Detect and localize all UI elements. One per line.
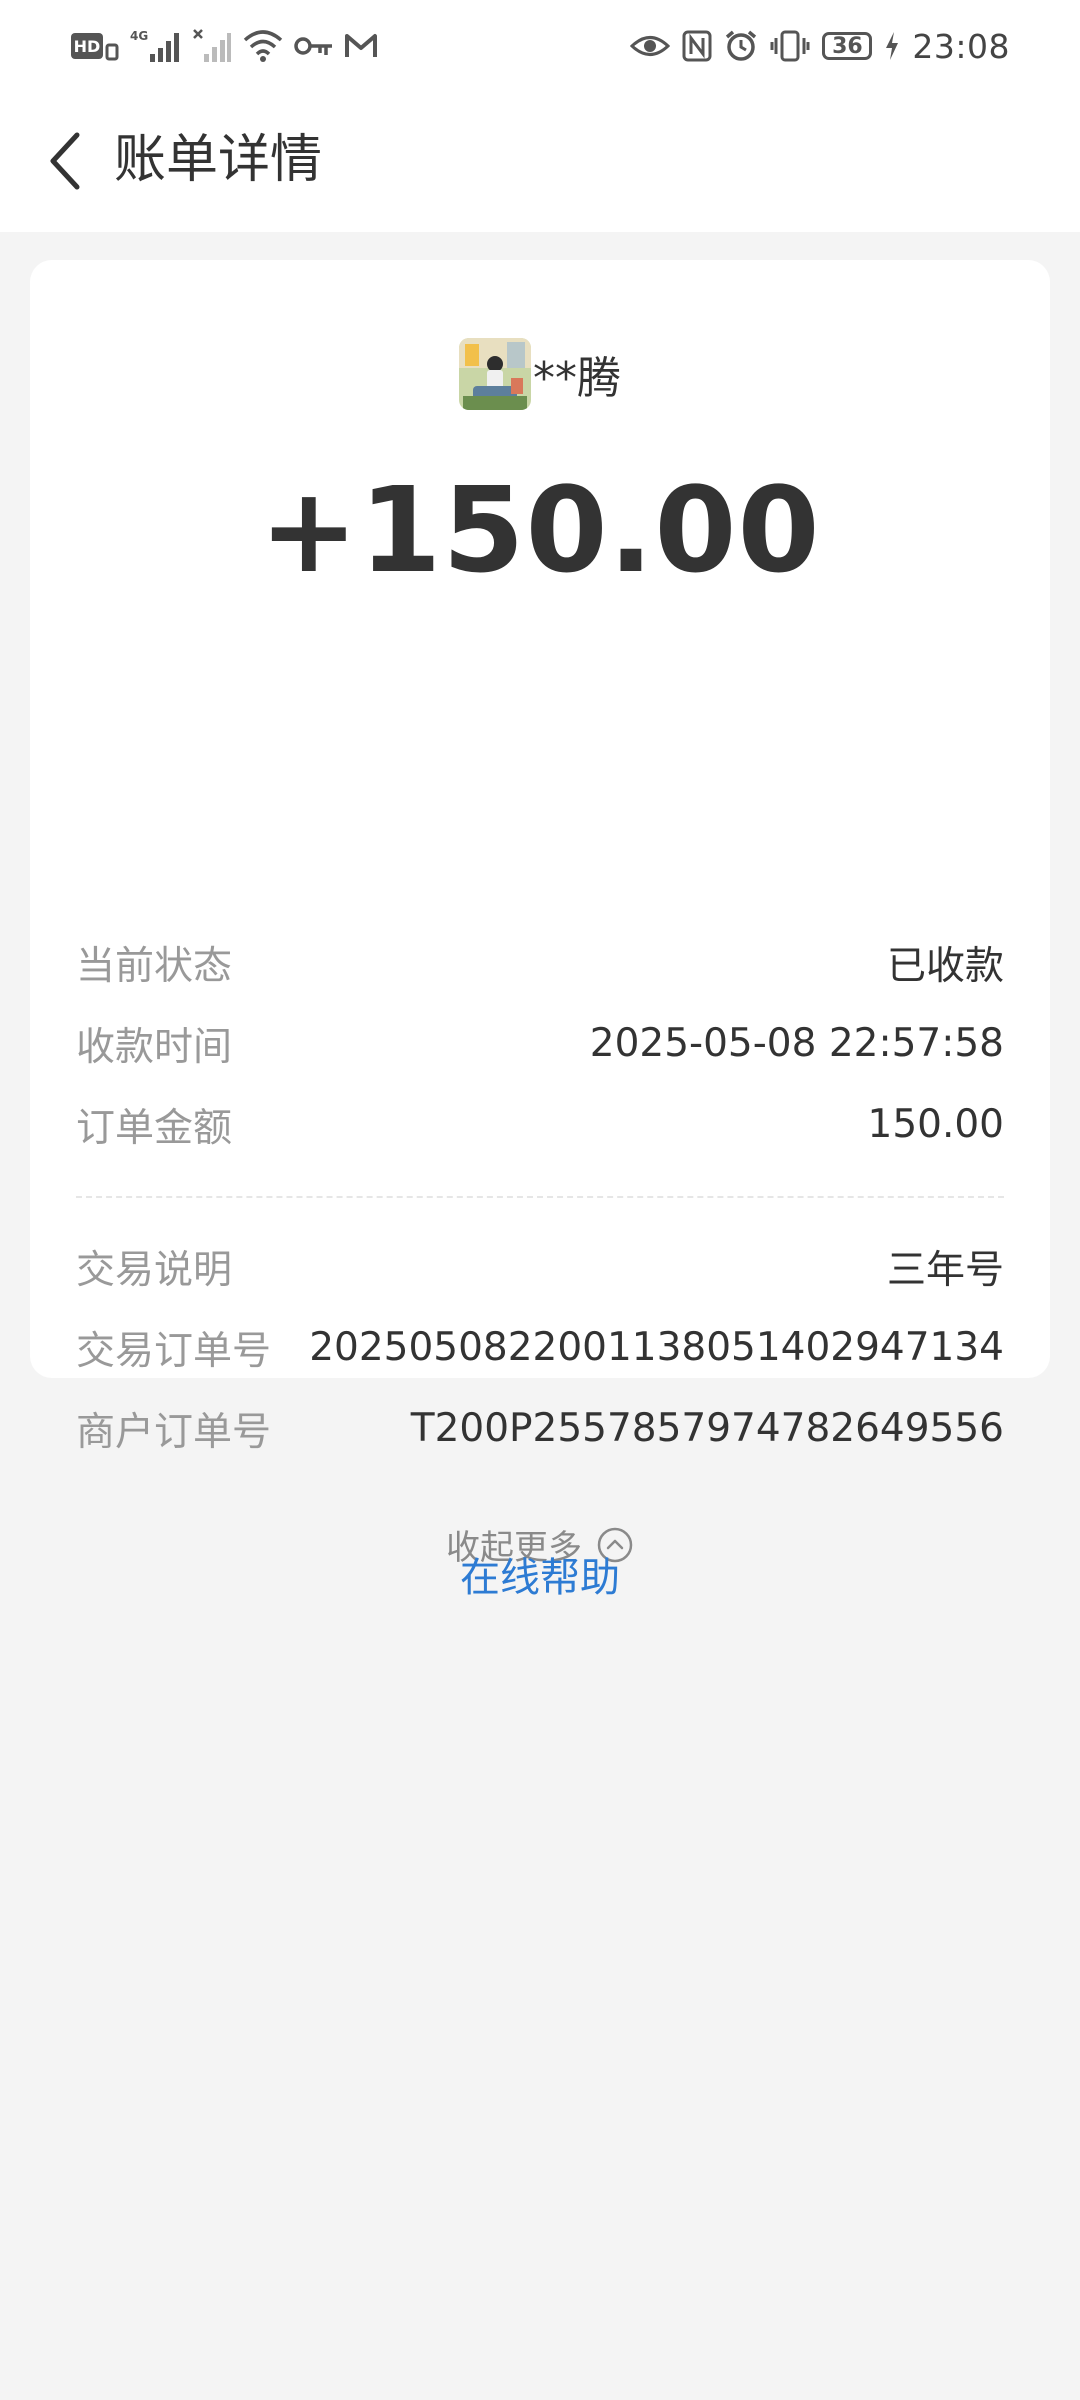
- detail-row-merchant-order-no: 商户订单号 T200P2557857974782649556: [76, 1388, 1004, 1469]
- detail-value: 三年号: [886, 1247, 1004, 1293]
- back-button[interactable]: [30, 126, 100, 196]
- detail-value: 已收款: [886, 943, 1004, 989]
- detail-row-status: 当前状态 已收款: [76, 922, 1004, 1003]
- dashed-divider: [76, 1196, 1004, 1198]
- battery-indicator: 36: [822, 32, 873, 60]
- detail-value: 150.00: [867, 1102, 1004, 1147]
- detail-row-description: 交易说明 三年号: [76, 1226, 1004, 1307]
- 4g-signal-icon: 4G: [130, 28, 182, 64]
- online-help-link[interactable]: 在线帮助: [0, 1545, 1080, 1603]
- clock-time: 23:08: [912, 26, 1010, 66]
- detail-label: 交易订单号: [76, 1328, 272, 1374]
- vibrate-icon: [770, 30, 810, 62]
- details-top-list: 当前状态 已收款 收款时间 2025-05-08 22:57:58 订单金额 1…: [76, 922, 1004, 1165]
- detail-row-order-amount: 订单金额 150.00: [76, 1084, 1004, 1165]
- page-title: 账单详情: [114, 130, 323, 190]
- status-bar: HD 4G 36 23:08: [0, 0, 1080, 92]
- detail-row-transaction-no: 交易订单号 2025050822001138051402947134: [76, 1307, 1004, 1388]
- detail-value[interactable]: 2025050822001138051402947134: [309, 1325, 1004, 1370]
- svg-text:4G: 4G: [130, 29, 148, 43]
- detail-value: 2025-05-08 22:57:58: [589, 1021, 1004, 1066]
- details-bottom-list: 交易说明 三年号 交易订单号 2025050822001138051402947…: [76, 1226, 1004, 1469]
- gmail-icon: [344, 31, 378, 61]
- bill-detail-card: **腾 +150.00 当前状态 已收款 收款时间 2025-05-08 22:…: [30, 260, 1050, 1568]
- alarm-icon: [724, 29, 758, 63]
- vpn-key-icon: [294, 31, 334, 61]
- detail-label: 商户订单号: [76, 1409, 272, 1455]
- detail-label: 当前状态: [76, 943, 233, 989]
- back-arrow-icon: [50, 132, 80, 190]
- charging-icon: [884, 31, 900, 61]
- wifi-icon: [242, 28, 284, 64]
- no-signal-icon: [192, 28, 232, 64]
- hd-volte-icon: HD: [70, 31, 120, 61]
- transaction-amount: +150.00: [259, 461, 821, 599]
- payer-avatar[interactable]: [459, 338, 531, 410]
- detail-label: 交易说明: [76, 1247, 233, 1293]
- detail-value[interactable]: T200P2557857974782649556: [411, 1406, 1004, 1451]
- detail-label: 订单金额: [76, 1105, 233, 1151]
- app-header: 账单详情: [0, 92, 1080, 232]
- nfc-icon: [682, 30, 712, 62]
- status-right-icons: 36 23:08: [630, 24, 1010, 68]
- eye-icon: [630, 31, 671, 61]
- svg-text:HD: HD: [74, 37, 101, 56]
- detail-row-receive-time: 收款时间 2025-05-08 22:57:58: [76, 1003, 1004, 1084]
- status-left-icons: HD 4G: [70, 26, 378, 66]
- payer-info: **腾: [30, 338, 1050, 410]
- detail-label: 收款时间: [76, 1024, 233, 1070]
- payer-name: **腾: [533, 353, 621, 404]
